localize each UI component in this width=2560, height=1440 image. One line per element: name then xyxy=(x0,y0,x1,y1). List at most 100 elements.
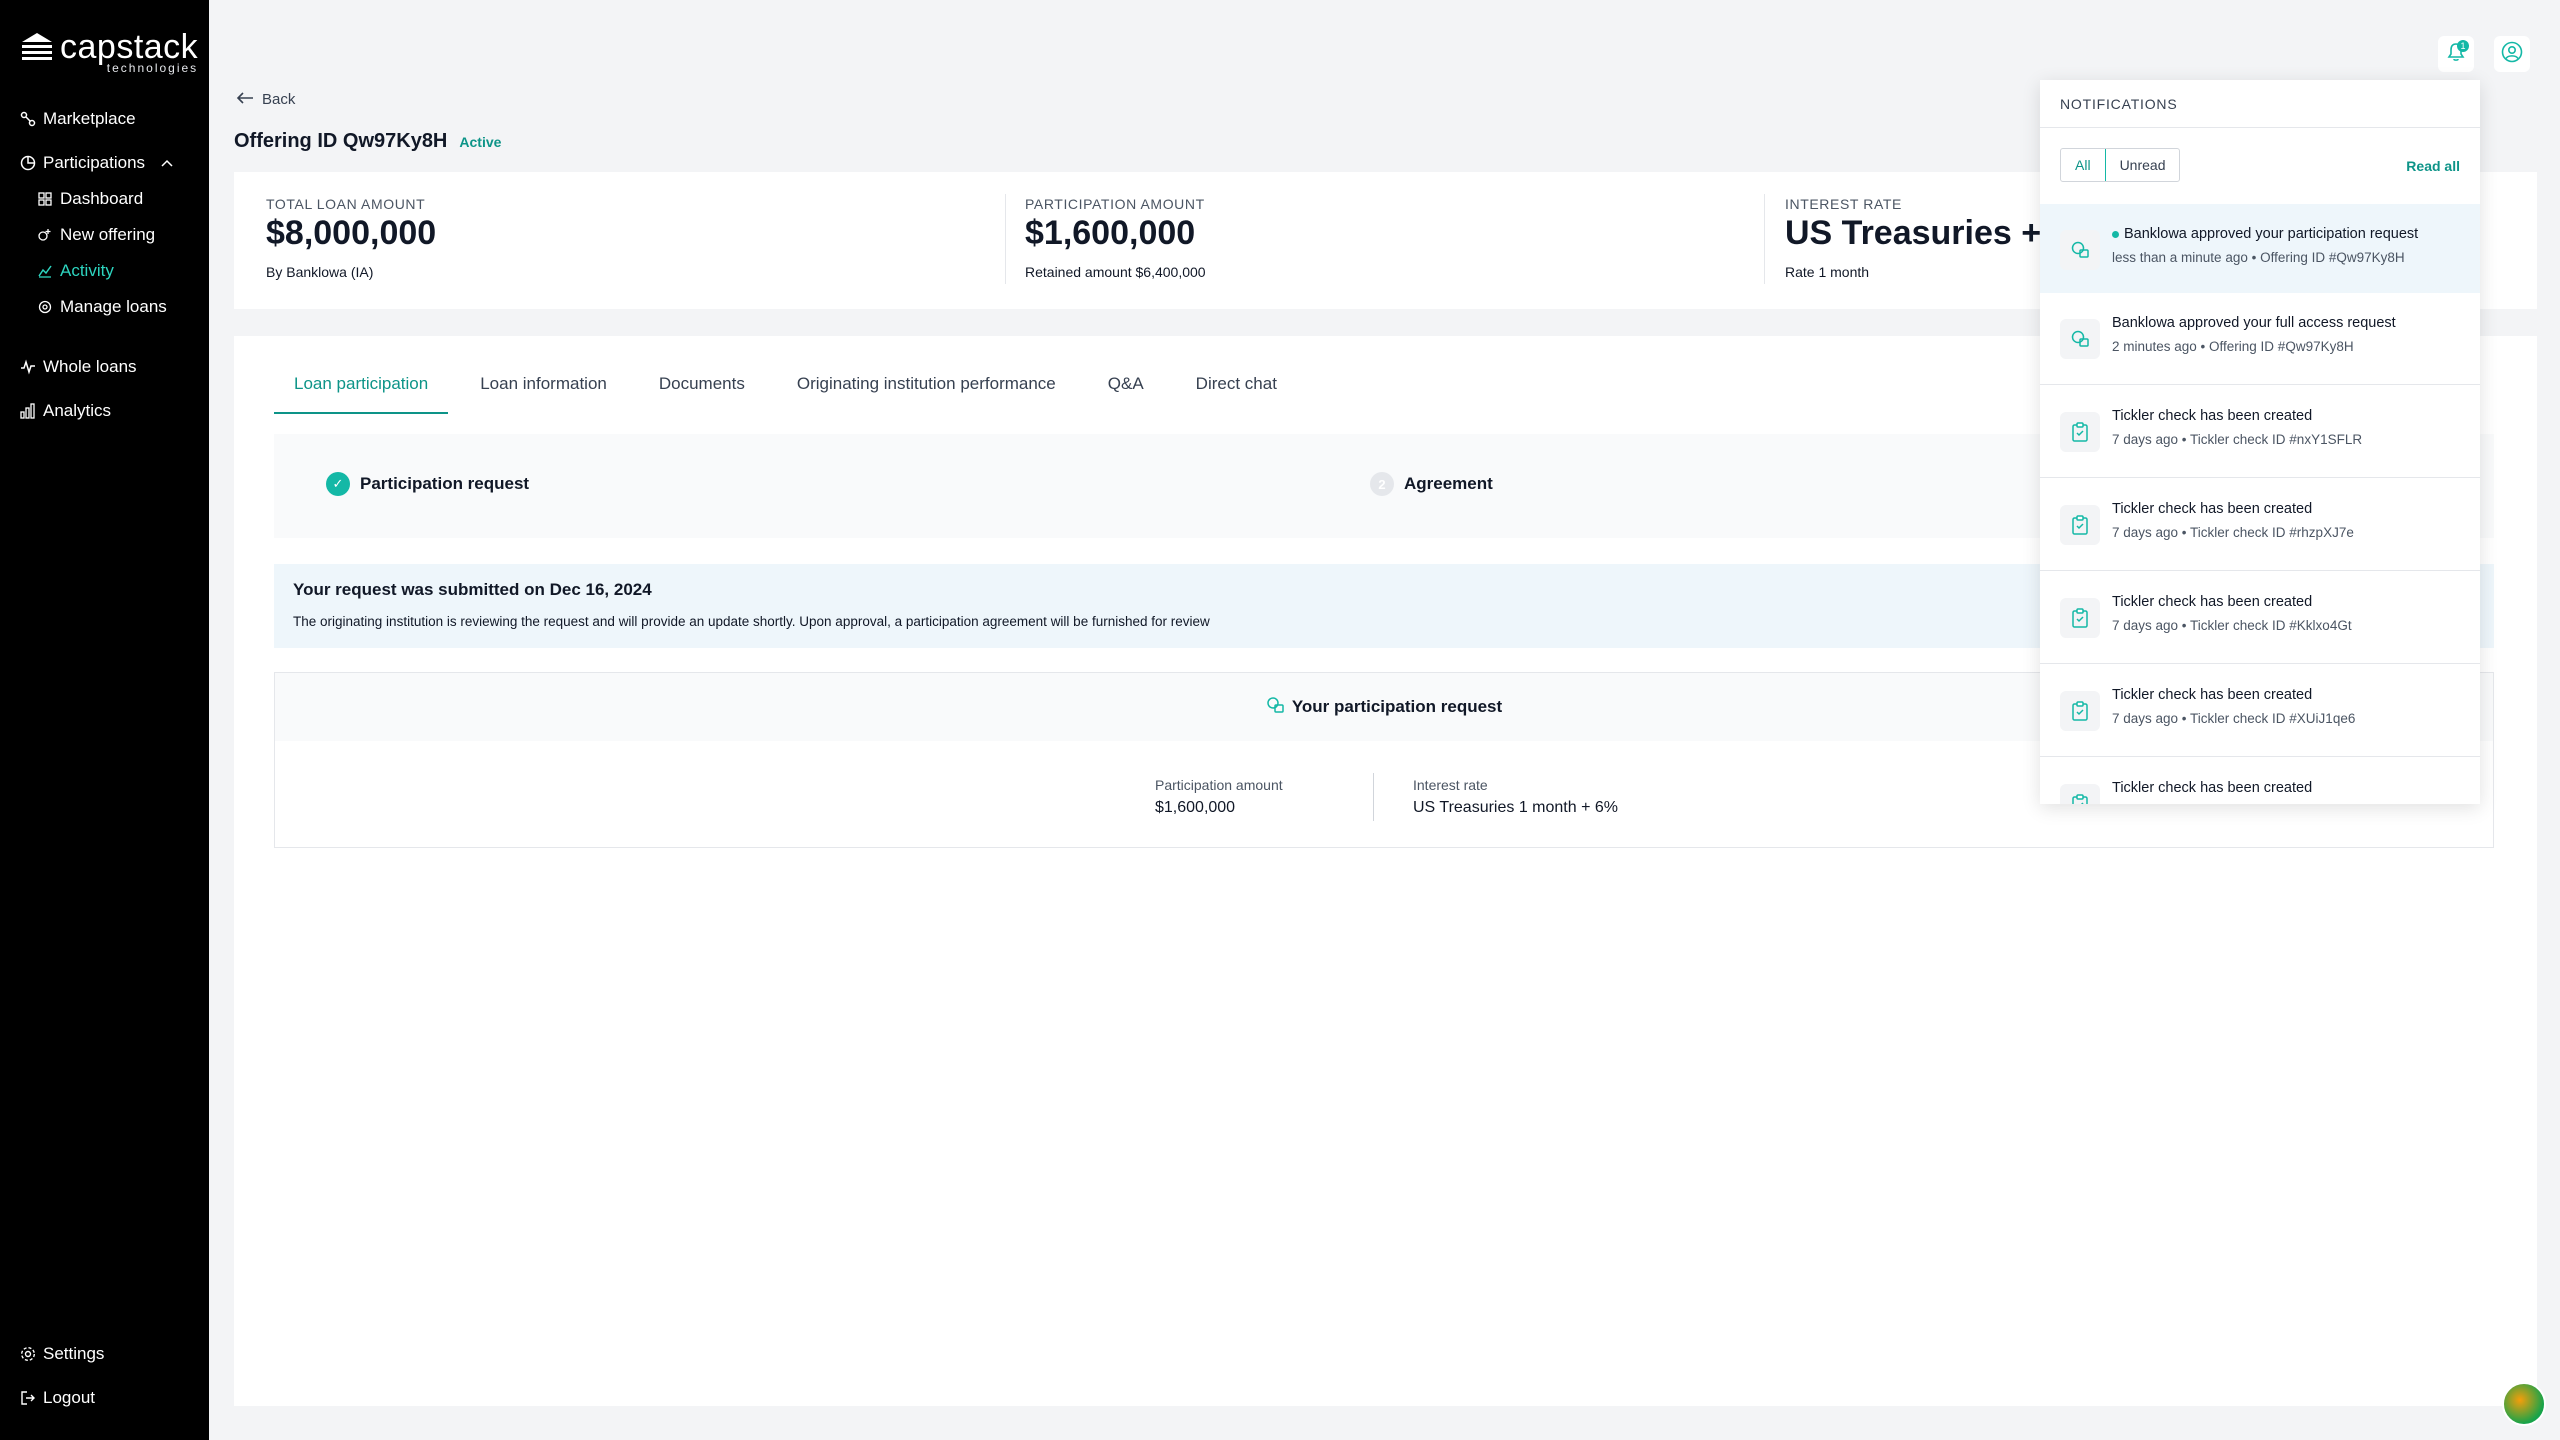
sidebar: capstack technologies Marketplace Partic… xyxy=(0,0,209,1440)
stat-value: $1,600,000 xyxy=(1025,214,1196,252)
clipboard-icon xyxy=(2060,784,2100,804)
chevron-up-icon[interactable] xyxy=(161,156,173,170)
filter-unread[interactable]: Unread xyxy=(2106,149,2180,181)
notification-meta: 7 days ago • Tickler check ID #rhzpXJ7e xyxy=(2112,525,2354,540)
help-widget-avatar[interactable] xyxy=(2502,1382,2546,1426)
filter-all[interactable]: All xyxy=(2061,149,2106,181)
manage-loans-icon xyxy=(37,299,53,315)
stat-value: US Treasuries + 6 xyxy=(1785,214,2070,252)
notification-filter: All Unread xyxy=(2060,148,2181,182)
notification-title: Banklowa approved your full access reque… xyxy=(2112,315,2396,331)
whole-loans-icon xyxy=(20,359,36,375)
notification-item[interactable]: Tickler check has been created 7 days ag… xyxy=(2040,572,2480,664)
back-link[interactable]: Back xyxy=(236,89,295,110)
divider xyxy=(1764,194,1765,284)
notification-title: Tickler check has been created xyxy=(2112,687,2313,703)
field-label: Interest rate xyxy=(1413,777,1488,793)
profile-button[interactable] xyxy=(2494,36,2530,72)
info-title: Your request was submitted on Dec 16, 20… xyxy=(293,580,652,599)
notifications-panel: NOTIFICATIONS All Unread Read all Banklo… xyxy=(2040,80,2480,804)
gear-icon xyxy=(20,1346,36,1362)
notification-title: Tickler check has been created xyxy=(2112,594,2313,610)
sidebar-item-label: Participations xyxy=(43,153,146,172)
clipboard-icon xyxy=(2060,691,2100,731)
divider xyxy=(1005,194,1006,284)
sidebar-item-dashboard[interactable]: Dashboard xyxy=(37,189,143,209)
notification-title: Banklowa approved your participation req… xyxy=(2112,226,2418,242)
tab-bar: Loan participation Loan information Docu… xyxy=(274,374,1309,415)
marketplace-icon xyxy=(20,111,36,127)
tab-loan-participation[interactable]: Loan participation xyxy=(274,374,449,414)
tab-loan-information[interactable]: Loan information xyxy=(460,374,627,414)
tab-direct-chat[interactable]: Direct chat xyxy=(1176,374,1297,414)
notification-title: Tickler check has been created xyxy=(2112,780,2313,796)
sidebar-item-activity[interactable]: Activity xyxy=(37,261,114,281)
notification-item[interactable]: Tickler check has been created 7 days ag… xyxy=(2040,665,2480,757)
clipboard-icon xyxy=(2060,598,2100,638)
sidebar-item-label: Logout xyxy=(43,1388,95,1407)
notifications-heading: NOTIFICATIONS xyxy=(2060,96,2178,112)
field-value: $1,600,000 xyxy=(1155,799,1236,816)
info-text: The originating institution is reviewing… xyxy=(293,614,1210,629)
notification-meta: 7 days ago • Tickler check ID #nxY1SFLR xyxy=(2112,432,2363,447)
field-label: Participation amount xyxy=(1155,777,1283,793)
coins-icon xyxy=(2060,230,2100,270)
tab-qa[interactable]: Q&A xyxy=(1088,374,1164,414)
activity-icon xyxy=(37,263,53,279)
sidebar-item-manage-loans[interactable]: Manage loans xyxy=(37,297,167,317)
notification-title: Tickler check has been created xyxy=(2112,501,2313,517)
divider xyxy=(2040,127,2480,128)
sidebar-item-label: New offering xyxy=(60,225,156,244)
tab-documents[interactable]: Documents xyxy=(639,374,765,414)
notification-meta: 2 minutes ago • Offering ID #Qw97Ky8H xyxy=(2112,339,2354,354)
sidebar-item-label: Whole loans xyxy=(43,357,137,376)
step-participation-request: ✓ Participation request xyxy=(326,472,529,496)
dashboard-icon xyxy=(37,191,53,207)
sidebar-item-marketplace[interactable]: Marketplace xyxy=(20,109,136,129)
back-label: Back xyxy=(262,91,296,108)
sidebar-item-participations[interactable]: Participations xyxy=(20,153,173,173)
stat-value: $8,000,000 xyxy=(266,214,437,252)
new-offering-icon xyxy=(37,227,53,243)
sidebar-item-analytics[interactable]: Analytics xyxy=(20,401,111,421)
stat-sub: By Banklowa (IA) xyxy=(266,264,374,280)
logout-icon xyxy=(20,1390,36,1406)
clipboard-icon xyxy=(2060,505,2100,545)
sidebar-item-label: Marketplace xyxy=(43,109,136,128)
notification-meta: 7 days ago • Tickler check ID #XUiJ1qe6 xyxy=(2112,711,2356,726)
divider xyxy=(1373,773,1374,821)
notification-count-badge: 1 xyxy=(2457,40,2469,52)
notification-item[interactable]: Tickler check has been created xyxy=(2040,758,2480,804)
notification-meta: less than a minute ago • Offering ID #Qw… xyxy=(2112,250,2405,265)
page-title: Offering ID Qw97Ky8H Active xyxy=(234,130,501,153)
participations-icon xyxy=(20,155,36,171)
arrow-left-icon xyxy=(236,89,254,110)
sidebar-item-logout[interactable]: Logout xyxy=(20,1388,95,1408)
status-badge: Active xyxy=(459,134,502,150)
notification-item[interactable]: Tickler check has been created 7 days ag… xyxy=(2040,479,2480,571)
sidebar-item-new-offering[interactable]: New offering xyxy=(37,225,155,245)
read-all-button[interactable]: Read all xyxy=(2406,158,2460,174)
notification-meta: 7 days ago • Tickler check ID #Kklxo4Gt xyxy=(2112,618,2352,633)
stat-label: PARTICIPATION AMOUNT xyxy=(1025,196,1205,212)
user-icon xyxy=(2501,41,2523,68)
logo[interactable]: capstack technologies xyxy=(20,30,198,74)
notification-title-text: Banklowa approved your participation req… xyxy=(2124,226,2419,242)
check-icon: ✓ xyxy=(326,472,350,496)
coins-icon xyxy=(1266,696,1284,719)
tab-originating-institution-performance[interactable]: Originating institution performance xyxy=(777,374,1076,414)
field-interest-rate: Interest rate US Treasuries 1 month + 6% xyxy=(1413,777,1618,817)
offering-id: Offering ID Qw97Ky8H xyxy=(234,130,448,152)
sidebar-item-label: Activity xyxy=(60,261,114,280)
field-participation-amount: Participation amount $1,600,000 xyxy=(1155,777,1283,817)
notification-item[interactable]: Banklowa approved your participation req… xyxy=(2040,204,2480,296)
sidebar-item-settings[interactable]: Settings xyxy=(20,1344,104,1364)
notification-item[interactable]: Banklowa approved your full access reque… xyxy=(2040,293,2480,385)
notifications-button[interactable]: 1 xyxy=(2438,36,2474,72)
notification-item[interactable]: Tickler check has been created 7 days ag… xyxy=(2040,386,2480,478)
stat-label: TOTAL LOAN AMOUNT xyxy=(266,196,426,212)
step-agreement: 2 Agreement xyxy=(1370,472,1493,496)
sidebar-item-label: Settings xyxy=(43,1344,105,1363)
logo-name: capstack xyxy=(60,28,199,66)
sidebar-item-whole-loans[interactable]: Whole loans xyxy=(20,357,137,377)
